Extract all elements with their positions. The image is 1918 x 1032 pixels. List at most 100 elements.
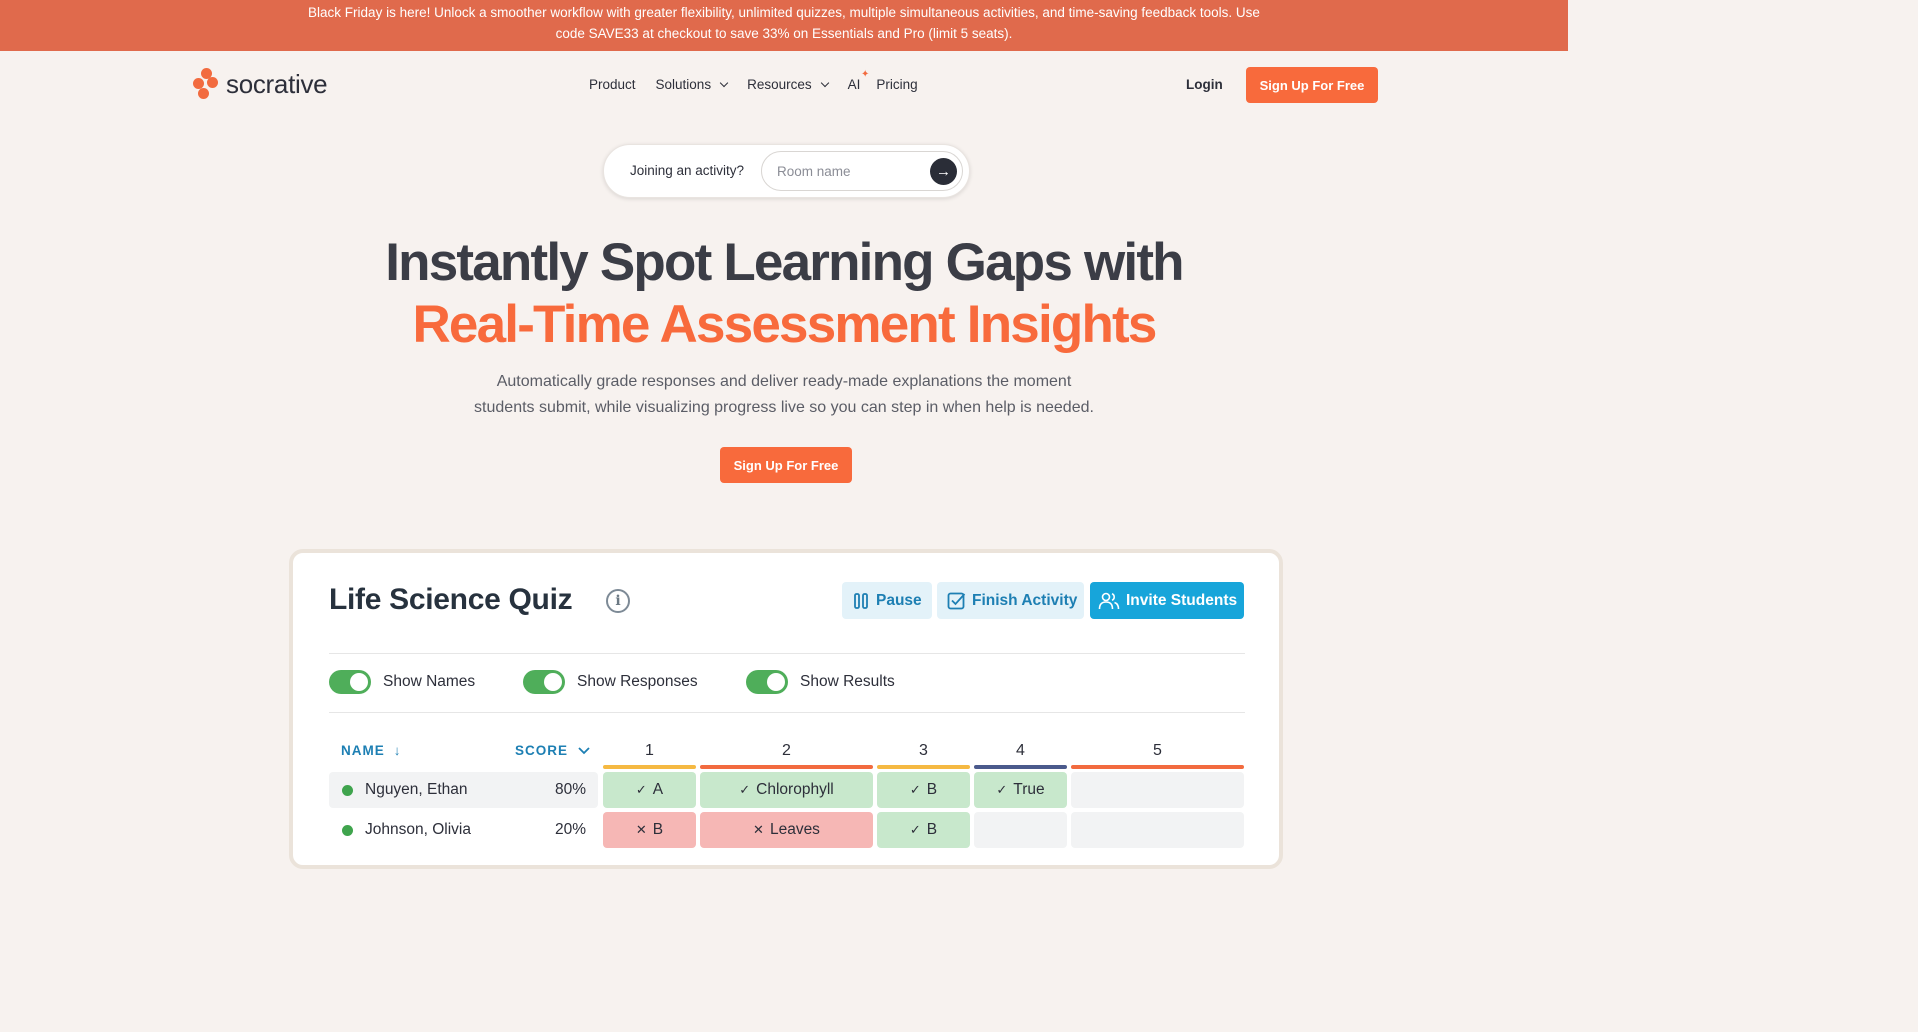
chevron-down-icon (578, 743, 590, 758)
score-header-label: SCORE (515, 743, 569, 758)
hero-subtitle: Automatically grade responses and delive… (0, 369, 1568, 421)
check-icon: ✓ (635, 782, 647, 797)
pause-button[interactable]: Pause (842, 582, 932, 619)
question-color-bar (877, 765, 970, 769)
hero-title-line-1: Instantly Spot Learning Gaps with (385, 233, 1184, 292)
hero-title-line-2: Real-Time Assessment Insights (412, 295, 1157, 354)
join-activity-label: Joining an activity? (630, 163, 745, 178)
answer-cell-q3[interactable]: ✓ B (877, 812, 970, 848)
divider (329, 712, 1245, 713)
chevron-down-icon (719, 78, 729, 87)
question-header-2[interactable]: 2 (700, 742, 873, 760)
hero-signup-button[interactable]: Sign Up For Free (720, 447, 852, 483)
check-icon: ✓ (739, 782, 751, 797)
nav-item-pricing[interactable]: Pricing (876, 77, 917, 92)
socrative-logo[interactable]: socrative (193, 68, 328, 100)
question-header-1[interactable]: 1 (603, 742, 696, 760)
answer-cell-q5[interactable] (1071, 812, 1244, 848)
top-nav: socrative Product Solutions Resources AI… (0, 51, 1568, 117)
question-color-bar (974, 765, 1067, 769)
finish-activity-label: Finish Activity (972, 591, 1078, 609)
join-submit-button[interactable]: → (930, 158, 957, 185)
promo-line-2: code SAVE33 at checkout to save 33% on E… (555, 26, 1013, 41)
invite-students-button[interactable]: Invite Students (1090, 582, 1244, 619)
pause-label: Pause (876, 591, 922, 609)
chevron-down-icon (820, 78, 829, 87)
toggle-label: Show Results (800, 673, 895, 690)
answer-cell-q2[interactable]: ✓ Chlorophyll (700, 772, 873, 808)
answer-text: Chlorophyll (756, 781, 834, 798)
online-status-dot (342, 784, 353, 796)
promo-banner: Black Friday is here! Unlock a smoother … (0, 0, 1568, 51)
question-header-3[interactable]: 3 (877, 742, 970, 760)
hero-subtitle-line-2: students submit, while visualizing progr… (474, 399, 1094, 416)
finish-activity-button[interactable]: Finish Activity (937, 582, 1084, 619)
answer-cell-q2[interactable]: ✕ Leaves (700, 812, 873, 848)
student-score: 80% (554, 781, 586, 798)
pause-icon (852, 592, 870, 610)
student-name-cell: Johnson, Olivia 20% (329, 812, 598, 848)
answer-cell-q1[interactable]: ✕ B (603, 812, 696, 848)
join-activity-box: Joining an activity? → (603, 144, 970, 198)
arrow-down-icon: ↓ (393, 743, 402, 758)
quiz-preview-card: Life Science Quiz i Pause Finish Activit… (289, 549, 1283, 869)
check-icon: ✓ (996, 782, 1008, 797)
answer-text: B (652, 821, 664, 838)
divider (329, 653, 1245, 654)
answer-cell-q1[interactable]: ✓ A (603, 772, 696, 808)
invite-students-label: Invite Students (1126, 591, 1238, 609)
score-column-header[interactable]: SCORE (515, 743, 590, 758)
nav-item-solutions[interactable]: Solutions (655, 77, 729, 92)
online-status-dot (342, 824, 353, 836)
toggle-show-responses[interactable]: Show Responses (523, 670, 698, 694)
question-header-4[interactable]: 4 (974, 742, 1067, 760)
nav-item-resources[interactable]: Resources (747, 77, 829, 92)
answer-cell-q5[interactable] (1071, 772, 1244, 808)
info-icon[interactable]: i (606, 589, 630, 613)
checkbox-icon (947, 591, 966, 610)
hero-subtitle-line-1: Automatically grade responses and delive… (496, 373, 1072, 390)
x-icon: ✕ (753, 822, 764, 837)
name-header-label: NAME (341, 743, 385, 758)
student-name: Nguyen, Ethan (365, 781, 468, 798)
promo-line-1: Black Friday is here! Unlock a smoother … (308, 5, 1260, 20)
arrow-right-icon: → (936, 163, 951, 180)
sparkle-icon: ✦ (860, 69, 870, 80)
student-score: 20% (554, 821, 586, 838)
answer-text: A (652, 781, 664, 798)
table-row[interactable]: Johnson, Olivia 20% ✕ B ✕ Leaves ✓ B (329, 812, 1245, 848)
nav-item-label: AI (847, 77, 861, 92)
check-icon: ✓ (909, 822, 921, 837)
table-row[interactable]: Nguyen, Ethan 80% ✓ A ✓ Chlorophyll ✓ B ✓ True (329, 772, 1245, 808)
toggle-switch[interactable] (746, 670, 788, 694)
student-name-cell: Nguyen, Ethan 80% (329, 772, 598, 808)
answer-text: B (926, 781, 938, 798)
question-header-5[interactable]: 5 (1071, 742, 1244, 760)
login-link[interactable]: Login (1186, 77, 1223, 92)
toggle-label: Show Responses (577, 673, 698, 690)
nav-item-label: Product (589, 77, 636, 92)
answer-text: Leaves (769, 821, 820, 838)
logo-wordmark: socrative (226, 68, 328, 99)
answer-text: True (1013, 781, 1045, 798)
question-color-bar (700, 765, 873, 769)
question-color-bar (603, 765, 696, 769)
nav-item-label: Solutions (655, 77, 712, 92)
toggle-show-names[interactable]: Show Names (329, 670, 475, 694)
toggle-switch[interactable] (523, 670, 565, 694)
answer-text: B (926, 821, 938, 838)
answer-cell-q4[interactable] (974, 812, 1067, 848)
nav-links: Product Solutions Resources AI ✦ Pricing (589, 69, 938, 92)
nav-item-product[interactable]: Product (589, 77, 636, 92)
student-name: Johnson, Olivia (365, 821, 471, 838)
question-color-bar (1071, 765, 1244, 769)
nav-item-ai[interactable]: AI ✦ (847, 69, 870, 92)
answer-cell-q4[interactable]: ✓ True (974, 772, 1067, 808)
toggle-show-results[interactable]: Show Results (746, 670, 895, 694)
toggle-switch[interactable] (329, 670, 371, 694)
nav-item-label: Pricing (876, 77, 918, 92)
logo-hexagons-icon (193, 68, 219, 100)
answer-cell-q3[interactable]: ✓ B (877, 772, 970, 808)
name-column-header[interactable]: NAME ↓ (341, 743, 402, 758)
nav-signup-button[interactable]: Sign Up For Free (1246, 67, 1378, 103)
